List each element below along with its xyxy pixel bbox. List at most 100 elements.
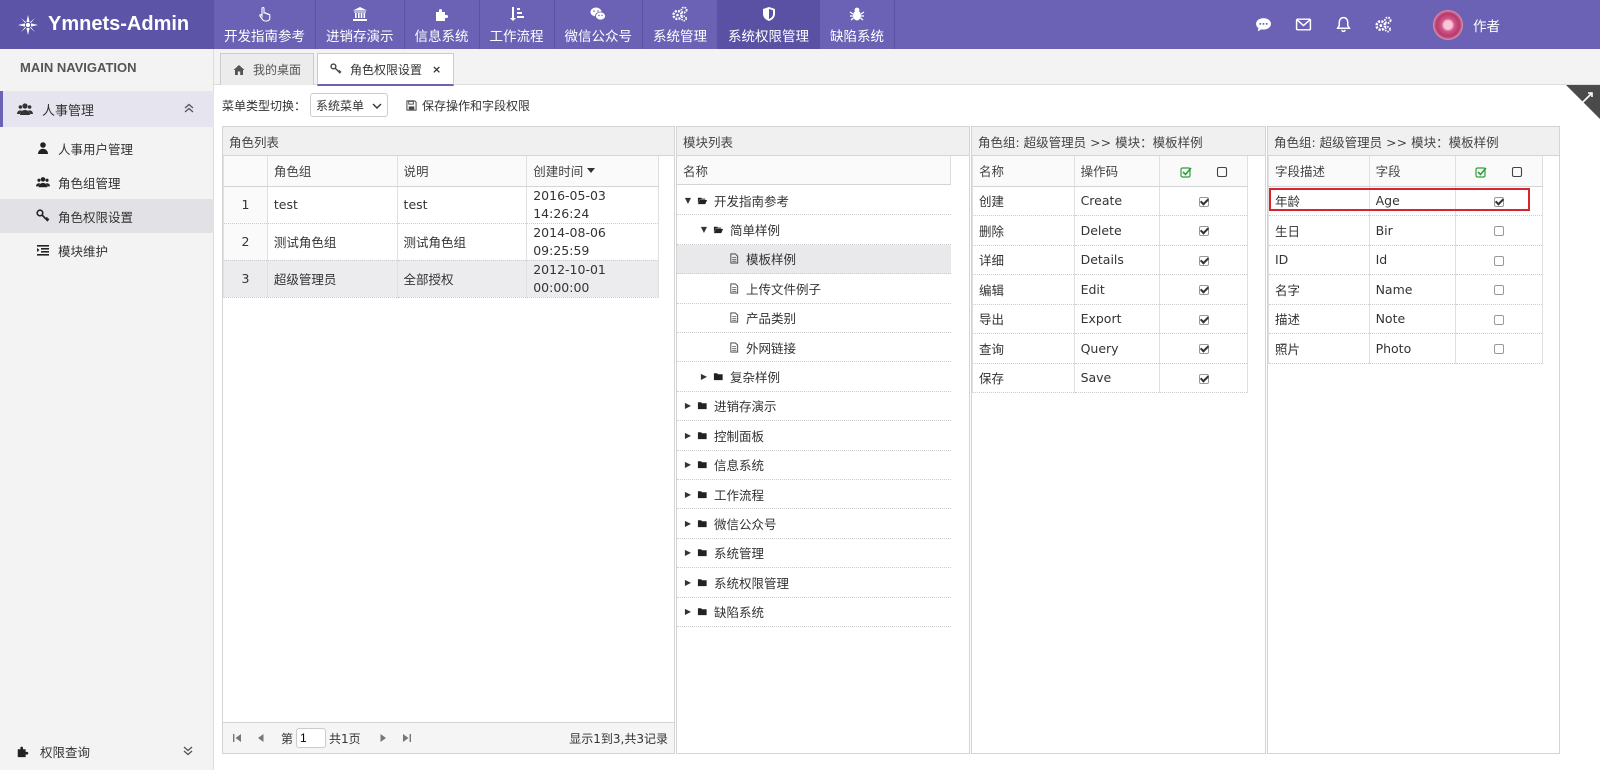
caret-right-icon[interactable]: ▶ — [683, 607, 693, 616]
sidebar-item-module-maintenance[interactable]: 模块维护 — [0, 233, 214, 267]
menu-type-select[interactable]: 系统菜单 — [310, 93, 389, 117]
caret-right-icon[interactable]: ▶ — [683, 431, 693, 440]
prev-page-button[interactable] — [249, 733, 273, 743]
tree-item[interactable]: ▶ 信息系统 — [677, 451, 951, 480]
permission-checkbox[interactable] — [1198, 314, 1209, 325]
table-row[interactable]: 生日 Bir — [1268, 215, 1543, 246]
folder-icon — [697, 549, 707, 557]
table-row[interactable]: ID Id — [1268, 245, 1543, 275]
uncheck-all-icon[interactable] — [1216, 166, 1228, 178]
tab-role-permission-settings[interactable]: 角色权限设置 × — [317, 53, 455, 86]
mail-button[interactable] — [1283, 0, 1323, 49]
page-number-input[interactable] — [296, 728, 327, 748]
tree-item[interactable]: ▼ 开发指南参考 — [677, 186, 951, 216]
field-permission-checkbox[interactable] — [1494, 255, 1505, 266]
caret-right-icon[interactable]: ▶ — [683, 519, 693, 528]
save-permissions-button[interactable]: 保存操作和字段权限 — [406, 97, 530, 114]
caret-down-icon[interactable]: ▼ — [699, 225, 709, 234]
modules-panel-title: 模块列表 — [677, 127, 969, 156]
permission-checkbox[interactable] — [1198, 226, 1209, 237]
check-all-icon[interactable] — [1475, 166, 1487, 178]
table-row[interactable]: 查询 Query — [972, 333, 1248, 364]
caret-right-icon[interactable]: ▶ — [683, 490, 693, 499]
column-header[interactable]: 字段描述 — [1268, 156, 1370, 187]
column-header[interactable]: 操作码 — [1073, 156, 1161, 187]
permission-checkbox[interactable] — [1198, 373, 1209, 384]
caret-right-icon[interactable]: ▶ — [683, 578, 693, 587]
field-permission-checkbox[interactable] — [1494, 285, 1505, 296]
table-row[interactable]: 导出 Export — [972, 304, 1248, 334]
table-row[interactable]: 编辑 Edit — [972, 274, 1248, 305]
column-header[interactable]: 说明 — [396, 156, 528, 187]
sidebar-item-role-groups[interactable]: 角色组管理 — [0, 165, 214, 199]
tree-item[interactable]: 上传文件例子 — [677, 274, 951, 304]
logo[interactable]: Ymnets-Admin — [0, 0, 214, 49]
topnav-dev-guide[interactable]: 开发指南参考 — [214, 0, 316, 49]
field-permission-checkbox[interactable] — [1494, 314, 1505, 325]
topnav-system-admin[interactable]: 系统管理 — [643, 0, 718, 49]
uncheck-all-icon[interactable] — [1511, 166, 1523, 178]
tree-item[interactable]: ▶ 系统权限管理 — [677, 568, 951, 598]
caret-right-icon[interactable]: ▶ — [683, 401, 693, 410]
tree-item[interactable]: ▶ 工作流程 — [677, 480, 951, 510]
permission-checkbox[interactable] — [1198, 196, 1209, 207]
sidebar-item-role-permissions[interactable]: 角色权限设置 — [0, 199, 214, 233]
topnav-inventory[interactable]: 进销存演示 — [316, 0, 405, 49]
tree-item-selected[interactable]: 模板样例 — [677, 244, 951, 275]
table-row-selected[interactable]: 3 超级管理员 全部授权 2012-10-01 00:00:00 — [223, 260, 659, 298]
tree-item[interactable]: ▶ 复杂样例 — [677, 362, 951, 392]
topnav-bug-system[interactable]: 缺陷系统 — [820, 0, 895, 49]
permission-checkbox[interactable] — [1198, 344, 1209, 355]
permission-checkbox[interactable] — [1198, 255, 1209, 266]
notifications-button[interactable] — [1323, 0, 1363, 49]
last-page-button[interactable] — [395, 733, 419, 743]
permission-checkbox[interactable] — [1198, 285, 1209, 296]
tree-item[interactable]: ▼ 简单样例 — [677, 215, 951, 245]
expand-icon[interactable] — [1566, 85, 1600, 119]
topnav-info-system[interactable]: 信息系统 — [405, 0, 480, 49]
table-row[interactable]: 创建 Create — [972, 186, 1248, 216]
caret-right-icon[interactable]: ▶ — [683, 460, 693, 469]
table-row[interactable]: 名字 Name — [1268, 274, 1543, 305]
tree-item[interactable]: ▶ 微信公众号 — [677, 509, 951, 539]
first-page-button[interactable] — [225, 733, 249, 743]
caret-right-icon[interactable]: ▶ — [699, 372, 709, 381]
column-header[interactable]: 名称 — [972, 156, 1075, 187]
sidebar-group-hr[interactable]: 人事管理 — [0, 91, 214, 127]
caret-down-icon[interactable]: ▼ — [683, 196, 693, 205]
sidebar-item-hr-users[interactable]: 人事用户管理 — [0, 131, 214, 165]
column-header[interactable]: 字段 — [1368, 156, 1457, 187]
sort-desc-icon — [587, 168, 596, 177]
table-row[interactable]: 2 测试角色组 测试角色组 2014-08-06 09:25:59 — [223, 223, 659, 261]
tree-item[interactable]: ▶ 进销存演示 — [677, 392, 951, 422]
roles-pager: 第 共1页 显示1到3,共3记录 — [223, 722, 674, 753]
column-header[interactable]: 名称 — [677, 156, 951, 185]
tab-close-button[interactable]: × — [432, 63, 441, 76]
user-menu[interactable]: 作者 — [1433, 9, 1500, 40]
tree-item[interactable]: 产品类别 — [677, 304, 951, 333]
topnav-permission-admin[interactable]: 系统权限管理 — [718, 0, 820, 49]
sidebar-group-permission-query[interactable]: 权限查询 — [0, 732, 214, 770]
messages-button[interactable] — [1243, 0, 1283, 49]
check-all-icon[interactable] — [1180, 166, 1192, 178]
table-row[interactable]: 照片 Photo — [1268, 333, 1543, 364]
tree-item[interactable]: ▶ 控制面板 — [677, 421, 951, 451]
topnav-workflow[interactable]: 工作流程 — [480, 0, 555, 49]
table-row[interactable]: 保存 Save — [972, 363, 1248, 393]
table-row[interactable]: 描述 Note — [1268, 304, 1543, 334]
table-row[interactable]: 1 test test 2016-05-03 14:26:24 — [223, 186, 659, 224]
tab-my-desktop[interactable]: 我的桌面 — [220, 53, 315, 85]
tree-item[interactable]: ▶ 缺陷系统 — [677, 598, 951, 627]
settings-button[interactable] — [1363, 0, 1403, 49]
field-permission-checkbox[interactable] — [1494, 226, 1505, 237]
field-permission-checkbox[interactable] — [1494, 344, 1505, 355]
next-page-button[interactable] — [371, 733, 395, 743]
tree-item[interactable]: 外网链接 — [677, 333, 951, 363]
topnav-wechat[interactable]: 微信公众号 — [555, 0, 643, 49]
tree-item[interactable]: ▶ 系统管理 — [677, 539, 951, 569]
column-header-sorted[interactable]: 创建时间 — [526, 156, 659, 187]
table-row[interactable]: 删除 Delete — [972, 215, 1248, 246]
caret-right-icon[interactable]: ▶ — [683, 548, 693, 557]
table-row[interactable]: 详细 Details — [972, 245, 1248, 275]
column-header[interactable]: 角色组 — [266, 156, 398, 187]
